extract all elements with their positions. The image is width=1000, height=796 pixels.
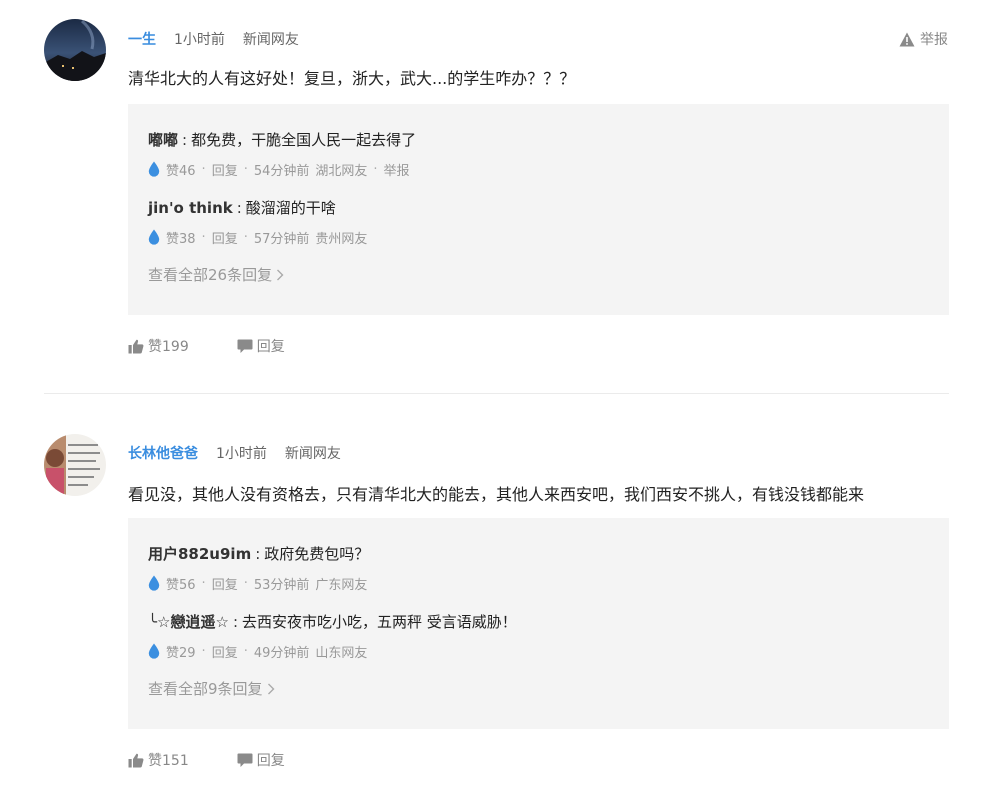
reply-author[interactable]: jin'o think (148, 199, 233, 217)
comment-divider (44, 393, 949, 394)
thumbs-up-icon (128, 753, 144, 767)
thumbs-up-icon (128, 339, 144, 353)
separator-dot: · (201, 161, 206, 177)
reply-like-count[interactable]: 赞46 (166, 160, 196, 179)
speech-bubble-icon (237, 753, 253, 767)
reply-text: 去西安夜市吃小吃，五两秤 受言语威胁！ (242, 613, 517, 631)
comment-meta: 长林他爸爸 1小时前 新闻网友 (128, 442, 359, 464)
reply-region: 山东网友 (315, 645, 368, 661)
separator-dot: · (201, 229, 206, 245)
user-source: 新闻网友 (242, 32, 299, 48)
timestamp: 1小时前 (174, 32, 225, 48)
comment-item: 一生 1小时前 新闻网友 举报 清华北大的人有这好处！复旦，浙大，武大...的学… (0, 0, 1000, 394)
reply-report-link[interactable]: 举报 (384, 160, 410, 179)
comment-actions: 赞199 回复 (128, 335, 333, 357)
report-label: 举报 (920, 32, 948, 48)
reply-separator: : (236, 199, 242, 217)
reply-like-count[interactable]: 赞38 (166, 228, 196, 247)
separator-dot: · (201, 643, 206, 659)
reply-reply-link[interactable]: 回复 (212, 228, 238, 247)
reply-label: 回复 (256, 753, 285, 769)
reply-item: 用户882u9im: 政府免费包吗？ 赞56 · 回复 · 53分钟前 广东网友 (148, 542, 929, 593)
reply-label: 回复 (256, 339, 285, 355)
chevron-right-icon (267, 683, 275, 694)
reply-timestamp: 57分钟前 (253, 231, 310, 247)
reply-timestamp: 54分钟前 (253, 163, 310, 179)
user-source: 新闻网友 (284, 446, 341, 462)
comment-meta: 一生 1小时前 新闻网友 (128, 28, 317, 50)
like-button[interactable]: 赞151 (128, 750, 189, 770)
reply-button[interactable]: 回复 (237, 336, 285, 356)
reply-text: 酸溜溜的干啥 (245, 199, 336, 217)
reply-separator: : (232, 613, 238, 631)
avatar[interactable] (44, 434, 106, 496)
reply-like-count[interactable]: 赞56 (166, 574, 196, 593)
username[interactable]: 一生 (128, 29, 156, 49)
reply-region: 贵州网友 (315, 231, 368, 247)
speech-bubble-icon (237, 339, 253, 353)
reply-text: 政府免费包吗？ (264, 545, 370, 563)
comment-text: 看见没，其他人没有资格去，只有清华北大的能去，其他人来西安吧，我们西安不挑人，有… (128, 485, 865, 504)
separator-dot: · (243, 161, 248, 177)
reply-reply-link[interactable]: 回复 (212, 642, 238, 661)
reply-reply-link[interactable]: 回复 (212, 160, 238, 179)
reply-separator: : (255, 545, 261, 563)
reply-like-count[interactable]: 赞29 (166, 642, 196, 661)
separator-dot: · (373, 161, 378, 177)
separator-dot: · (201, 575, 206, 591)
timestamp: 1小时前 (216, 446, 267, 462)
reply-item: ╰☆戀逍遥☆: 去西安夜市吃小吃，五两秤 受言语威胁！ 赞29 · 回复 · 49… (148, 610, 929, 661)
reply-author[interactable]: ╰☆戀逍遥☆ (148, 613, 229, 631)
view-all-label: 查看全部26条回复 (148, 266, 273, 284)
like-count: 赞199 (148, 339, 189, 355)
water-drop-icon[interactable] (148, 643, 160, 659)
reply-timestamp: 49分钟前 (253, 645, 310, 661)
report-button[interactable]: 举报 (899, 28, 948, 50)
water-drop-icon[interactable] (148, 161, 160, 177)
view-all-replies-link[interactable]: 查看全部9条回复 (148, 678, 275, 699)
reply-reply-link[interactable]: 回复 (212, 574, 238, 593)
chevron-right-icon (277, 269, 284, 280)
reply-text: 都免费，干脆全国人民一起去得了 (191, 131, 417, 149)
reply-separator: : (182, 131, 188, 149)
warning-triangle-icon (899, 32, 915, 46)
reply-button[interactable]: 回复 (237, 750, 285, 770)
reply-item: jin'o think: 酸溜溜的干啥 赞38 · 回复 · 57分钟前 贵州网友 (148, 196, 929, 247)
reply-author[interactable]: 嘟嘟 (148, 131, 178, 149)
view-all-label: 查看全部9条回复 (148, 680, 263, 698)
like-button[interactable]: 赞199 (128, 336, 189, 356)
water-drop-icon[interactable] (148, 575, 160, 591)
water-drop-icon[interactable] (148, 229, 160, 245)
separator-dot: · (243, 643, 248, 659)
comment-actions: 赞151 回复 (128, 749, 333, 771)
separator-dot: · (243, 575, 248, 591)
comment-text: 清华北大的人有这好处！复旦，浙大，武大...的学生咋办？？？ (128, 69, 576, 88)
reply-item: 嘟嘟: 都免费，干脆全国人民一起去得了 赞46 · 回复 · 54分钟前 湖北网友… (148, 128, 929, 179)
comment-item: 长林他爸爸 1小时前 新闻网友 看见没，其他人没有资格去，只有清华北大的能去，其… (0, 414, 1000, 796)
avatar[interactable] (44, 19, 106, 81)
view-all-replies-link[interactable]: 查看全部26条回复 (148, 264, 284, 285)
reply-region: 广东网友 (315, 577, 368, 593)
username[interactable]: 长林他爸爸 (128, 443, 198, 463)
reply-panel: 嘟嘟: 都免费，干脆全国人民一起去得了 赞46 · 回复 · 54分钟前 湖北网友… (128, 104, 949, 315)
reply-region: 湖北网友 (315, 163, 368, 179)
reply-panel: 用户882u9im: 政府免费包吗？ 赞56 · 回复 · 53分钟前 广东网友 … (128, 518, 949, 729)
reply-author[interactable]: 用户882u9im (148, 545, 251, 563)
like-count: 赞151 (148, 753, 189, 769)
reply-timestamp: 53分钟前 (253, 577, 310, 593)
separator-dot: · (243, 229, 248, 245)
